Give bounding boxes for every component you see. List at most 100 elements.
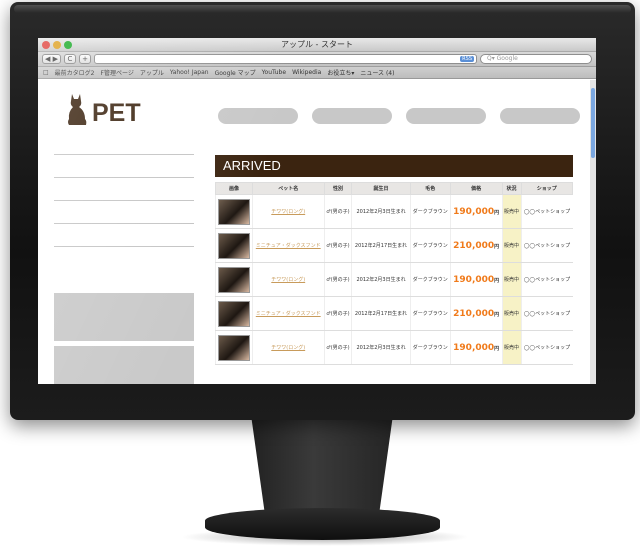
pet-name-link[interactable]: チワワ(ロング) bbox=[251, 330, 325, 365]
reload-button[interactable]: C bbox=[64, 54, 76, 64]
pet-name-link[interactable]: チワワ(ロング) bbox=[251, 194, 325, 229]
price-cell: 190,000円 bbox=[449, 194, 503, 229]
pet-name-link[interactable]: ミニチュア・ダックスフンド bbox=[251, 296, 325, 331]
price-cell: 210,000円 bbox=[449, 296, 503, 331]
table-row[interactable]: チワワ(ロング) ♂(男の子) 2012年2月3日生まれ ダークブラウン 190… bbox=[215, 330, 573, 365]
table-row[interactable]: ミニチュア・ダックスフンド ♂(男の子) 2012年2月17日生まれ ダークブラ… bbox=[215, 228, 573, 263]
back-forward-button[interactable]: ◀ ▶ bbox=[42, 54, 61, 64]
sidebar-banner[interactable] bbox=[54, 346, 194, 384]
sex-cell: ♂(男の子) bbox=[323, 262, 352, 297]
nav-item[interactable] bbox=[406, 108, 486, 124]
bookmark-item[interactable]: Google マップ bbox=[215, 68, 256, 77]
table-row[interactable]: チワワ(ロング) ♂(男の子) 2012年2月3日生まれ ダークブラウン 190… bbox=[215, 262, 573, 297]
shop-cell[interactable]: ◯◯ペットショップ bbox=[520, 228, 573, 263]
bookmark-item[interactable]: 最前カタログ2 bbox=[55, 68, 95, 77]
sidebar-banner[interactable] bbox=[54, 293, 194, 341]
rss-badge[interactable]: RSS bbox=[460, 56, 474, 62]
birth-cell: 2012年2月17日生まれ bbox=[351, 228, 411, 263]
bookmark-item[interactable]: お役立ち▾ bbox=[327, 68, 354, 77]
price-value: 190,000 bbox=[453, 274, 495, 285]
scroll-thumb[interactable] bbox=[591, 88, 595, 158]
shop-cell[interactable]: ◯◯ペットショップ bbox=[520, 194, 573, 229]
status-cell: 販売中 bbox=[501, 228, 522, 263]
pet-photo[interactable] bbox=[217, 232, 250, 259]
bookmark-item[interactable]: YouTube bbox=[262, 69, 286, 76]
sidebar-divider bbox=[54, 154, 194, 155]
add-bookmark-button[interactable]: + bbox=[79, 54, 91, 64]
nav-item[interactable] bbox=[312, 108, 392, 124]
pet-photo[interactable] bbox=[217, 198, 250, 225]
monitor-scene: アップル - スタート ◀ ▶ C + RSS Q▾ Google □ 最前カタ… bbox=[0, 0, 640, 551]
color-cell: ダークブラウン bbox=[409, 194, 451, 229]
column-header: 毛色 bbox=[409, 182, 451, 195]
shop-cell[interactable]: ◯◯ペットショップ bbox=[520, 330, 573, 365]
nav-item[interactable] bbox=[500, 108, 580, 124]
address-bar[interactable]: RSS bbox=[94, 54, 477, 64]
column-header: 誕生日 bbox=[351, 182, 411, 195]
color-cell: ダークブラウン bbox=[409, 228, 451, 263]
sex-cell: ♂(男の子) bbox=[323, 330, 352, 365]
bookmarks-icon[interactable]: □ bbox=[43, 69, 49, 76]
pet-photo-cell[interactable] bbox=[215, 330, 253, 365]
search-input[interactable]: Q▾ Google bbox=[480, 54, 592, 64]
price-value: 210,000 bbox=[453, 308, 495, 319]
sidebar-divider bbox=[54, 223, 194, 224]
bookmark-item[interactable]: Wikipedia bbox=[292, 69, 321, 76]
price-unit: 円 bbox=[494, 277, 500, 284]
birth-cell: 2012年2月3日生まれ bbox=[351, 330, 411, 365]
column-header: 価格 bbox=[449, 182, 503, 195]
bookmark-item[interactable]: Yahoo! Japan bbox=[170, 69, 209, 76]
bookmark-item[interactable]: ニュース (4) bbox=[360, 68, 394, 77]
pet-name-link[interactable]: チワワ(ロング) bbox=[251, 262, 325, 297]
pet-photo[interactable] bbox=[217, 300, 250, 327]
price-value: 190,000 bbox=[453, 206, 495, 217]
price-unit: 円 bbox=[494, 243, 500, 250]
table-row[interactable]: チワワ(ロング) ♂(男の子) 2012年2月3日生まれ ダークブラウン 190… bbox=[215, 194, 573, 229]
pet-photo-cell[interactable] bbox=[215, 262, 253, 297]
sex-cell: ♂(男の子) bbox=[323, 194, 352, 229]
price-unit: 円 bbox=[494, 209, 500, 216]
shop-cell[interactable]: ◯◯ペットショップ bbox=[520, 262, 573, 297]
color-cell: ダークブラウン bbox=[409, 330, 451, 365]
price-value: 210,000 bbox=[453, 240, 495, 251]
sidebar-menu bbox=[54, 154, 194, 269]
sidebar-divider bbox=[54, 177, 194, 178]
shop-cell[interactable]: ◯◯ペットショップ bbox=[520, 296, 573, 331]
bookmark-item[interactable]: F管理ページ bbox=[101, 68, 134, 77]
color-cell: ダークブラウン bbox=[409, 296, 451, 331]
logo-text: PET bbox=[92, 99, 141, 127]
birth-cell: 2012年2月3日生まれ bbox=[351, 262, 411, 297]
browser-toolbar: ◀ ▶ C + RSS Q▾ Google bbox=[38, 52, 596, 67]
status-cell: 販売中 bbox=[501, 330, 522, 365]
sidebar-divider bbox=[54, 200, 194, 201]
vertical-scrollbar[interactable] bbox=[590, 80, 596, 384]
price-value: 190,000 bbox=[453, 342, 495, 353]
table-header-row: 画像 ペット名 性別 誕生日 毛色 価格 状況 ショップ bbox=[215, 182, 574, 195]
nav-item[interactable] bbox=[218, 108, 298, 124]
pet-photo-cell[interactable] bbox=[215, 296, 253, 331]
price-unit: 円 bbox=[494, 311, 500, 318]
column-header: 状況 bbox=[501, 182, 522, 195]
column-header: ショップ bbox=[520, 182, 574, 195]
sidebar-divider bbox=[54, 246, 194, 247]
pet-photo-cell[interactable] bbox=[215, 194, 253, 229]
pet-table: 画像 ペット名 性別 誕生日 毛色 価格 状況 ショップ チワワ(ロング) ♂(… bbox=[215, 182, 574, 365]
sex-cell: ♂(男の子) bbox=[323, 296, 352, 331]
status-cell: 販売中 bbox=[501, 194, 522, 229]
pet-photo[interactable] bbox=[217, 334, 250, 361]
column-header: ペット名 bbox=[251, 182, 325, 195]
site-logo[interactable]: PET bbox=[66, 92, 141, 126]
table-row[interactable]: ミニチュア・ダックスフンド ♂(男の子) 2012年2月17日生まれ ダークブラ… bbox=[215, 296, 573, 331]
pet-name-link[interactable]: ミニチュア・ダックスフンド bbox=[251, 228, 325, 263]
page-content: PET ARRIVED 画像 ペット名 性別 誕生日 毛色 価格 状況 ショップ… bbox=[38, 80, 590, 384]
column-header: 性別 bbox=[323, 182, 353, 195]
price-unit: 円 bbox=[494, 345, 500, 352]
sex-cell: ♂(男の子) bbox=[323, 228, 352, 263]
title-bar: アップル - スタート bbox=[38, 38, 596, 52]
main-nav bbox=[218, 108, 580, 124]
pet-photo[interactable] bbox=[217, 266, 250, 293]
pet-photo-cell[interactable] bbox=[215, 228, 253, 263]
bookmark-item[interactable]: アップル bbox=[140, 68, 164, 77]
cat-icon bbox=[68, 94, 87, 125]
status-cell: 販売中 bbox=[501, 296, 522, 331]
